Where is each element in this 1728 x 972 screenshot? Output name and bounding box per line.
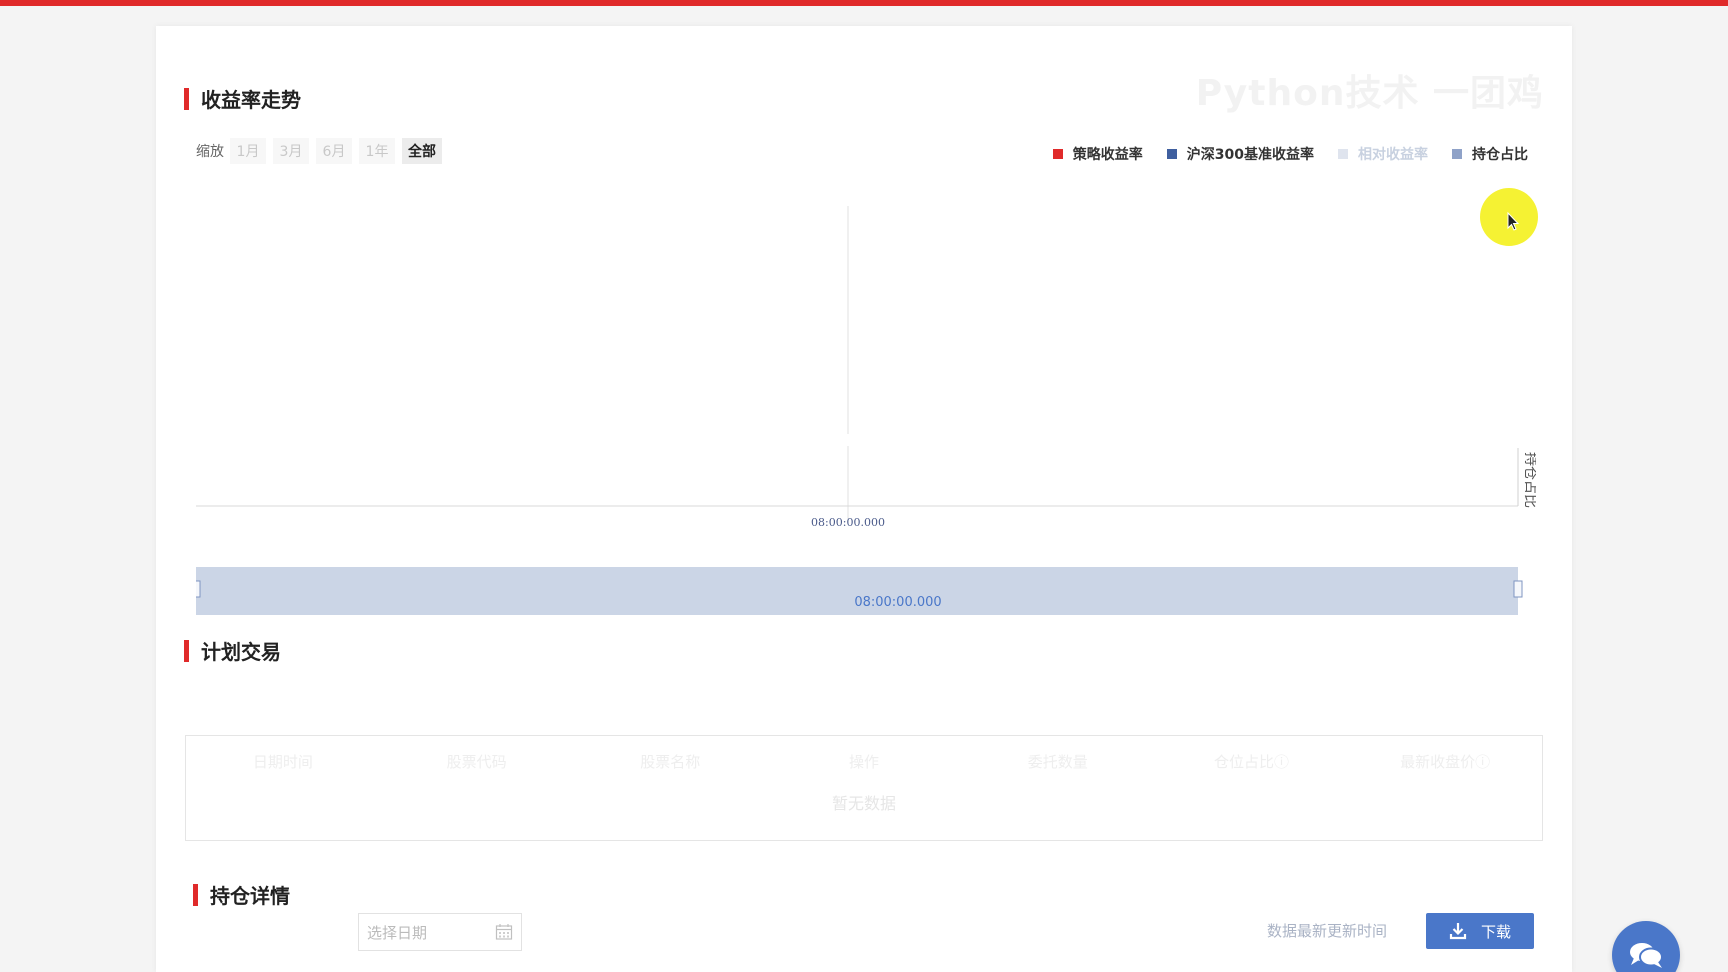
legend-benchmark-return[interactable]: 沪深300基准收益率	[1166, 144, 1314, 164]
section-title-plan: 计划交易	[184, 636, 281, 665]
download-label: 下载	[1480, 922, 1511, 941]
chat-support-button[interactable]	[1612, 921, 1680, 972]
cursor-highlight	[1480, 188, 1538, 246]
legend-swatch	[1338, 149, 1348, 159]
legend-swatch	[1052, 149, 1063, 159]
returns-chart[interactable]: 08:00:00.000 持仓占比 08:00:00.000	[196, 176, 1536, 626]
legend-position-ratio[interactable]: 持仓占比	[1452, 144, 1528, 164]
zoom-all-button[interactable]: 全部	[402, 138, 442, 164]
legend-label: 持仓占比	[1472, 147, 1528, 163]
section-marker	[193, 883, 198, 906]
column-header-stock-code[interactable]: 股票代码	[380, 751, 574, 772]
table-empty-text: 暂无数据	[831, 794, 896, 813]
navigator-label: 08:00:00.000	[854, 595, 941, 610]
watermark: Python技术 一团鸡	[1195, 73, 1544, 114]
zoom-label: 缩放	[196, 144, 224, 160]
plan-trade-table: 日期时间 股票代码 股票名称 操作 委托数量 仓位占比ⓘ 最新收盘价ⓘ 暂无数据	[185, 735, 1543, 841]
column-header-operation[interactable]: 操作	[767, 751, 961, 772]
zoom-3m-button[interactable]: 3月	[273, 138, 309, 164]
column-header-position-ratio[interactable]: 仓位占比ⓘ	[1155, 751, 1349, 772]
section-marker	[184, 639, 189, 662]
zoom-1y-button[interactable]: 1年	[359, 138, 395, 164]
navigator-left-handle[interactable]	[196, 580, 201, 598]
calendar-icon[interactable]	[495, 923, 513, 941]
mouse-pointer-icon	[1507, 211, 1520, 231]
chart-legend: 策略收益率 沪深300基准收益率 相对收益率 持仓占比	[1029, 144, 1528, 164]
top-accent-bar	[0, 0, 1728, 6]
legend-label: 沪深300基准收益率	[1186, 147, 1314, 163]
legend-label: 策略收益率	[1072, 147, 1143, 163]
holdings-date-input[interactable]: 选择日期	[358, 913, 522, 951]
legend-label: 相对收益率	[1358, 147, 1428, 163]
navigator-right-handle[interactable]	[1513, 580, 1523, 598]
table-header-row: 日期时间 股票代码 股票名称 操作 委托数量 仓位占比ⓘ 最新收盘价ⓘ	[186, 736, 1542, 786]
zoom-1m-button[interactable]: 1月	[230, 138, 266, 164]
legend-relative-return[interactable]: 相对收益率	[1338, 144, 1428, 164]
zoom-control: 缩放 1月 3月 6月 1年 全部	[196, 138, 449, 164]
legend-strategy-return[interactable]: 策略收益率	[1052, 144, 1143, 164]
data-update-time-label: 数据最新更新时间	[1267, 922, 1388, 940]
date-input-placeholder: 选择日期	[367, 923, 428, 942]
column-header-datetime[interactable]: 日期时间	[186, 751, 380, 772]
plan-title-label: 计划交易	[201, 640, 281, 664]
section-marker	[184, 87, 189, 110]
returns-title-label: 收益率走势	[201, 88, 301, 112]
column-header-order-qty[interactable]: 委托数量	[961, 751, 1155, 772]
right-axis-title: 持仓占比	[1522, 452, 1536, 508]
zoom-6m-button[interactable]: 6月	[316, 138, 352, 164]
x-tick-label: 08:00:00.000	[811, 516, 885, 529]
legend-swatch	[1452, 149, 1462, 159]
section-title-holdings: 持仓详情	[193, 880, 290, 909]
section-title-returns: 收益率走势	[184, 84, 301, 113]
legend-swatch	[1166, 149, 1177, 159]
download-icon	[1449, 923, 1467, 940]
column-header-stock-name[interactable]: 股票名称	[573, 751, 767, 772]
chat-bubble-icon	[1630, 943, 1663, 968]
download-button[interactable]: 下载	[1426, 913, 1534, 949]
column-header-last-close[interactable]: 最新收盘价ⓘ	[1348, 751, 1542, 772]
holdings-title-label: 持仓详情	[210, 884, 290, 908]
